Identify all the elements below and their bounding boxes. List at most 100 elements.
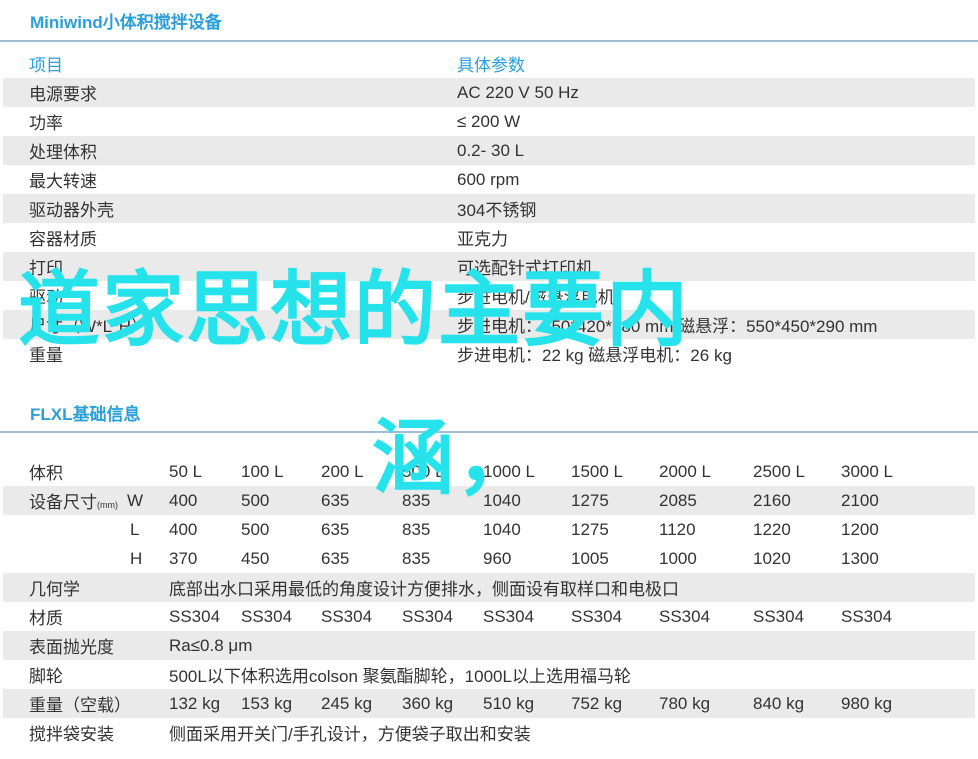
value-cell: SS304 [402, 606, 454, 626]
value-cell: 50 L [169, 461, 203, 481]
value-cell: 510 kg [483, 693, 535, 713]
value-cell: 1000 [659, 548, 697, 568]
value-cell: 835 [402, 548, 431, 568]
value-cell: 132 kg [169, 693, 221, 713]
section-title-flxl: FLXL基础信息 [30, 405, 141, 424]
spec-row: 驱动器外壳 304不锈钢 [3, 194, 975, 223]
value-cell: 2160 [753, 490, 791, 510]
value-cell: SS304 [483, 606, 535, 626]
value-cell: 780 kg [659, 693, 711, 713]
value-cell: SS304 [841, 606, 893, 626]
value-cell: 1500 L [571, 461, 623, 481]
value-cell: 1040 [483, 519, 521, 539]
geometry-value: 底部出水口采用最低的角度设计方便排水，侧面设有取样口和电极口 [169, 580, 679, 599]
material-row: 材质 SS304 SS304 SS304 SS304 SS304 SS304 SS304 SS… [3, 602, 975, 631]
value-cell: 245 kg [321, 693, 373, 713]
spec-value: 亚克力 [457, 230, 508, 249]
overlay-headline: 道家思想的主要内 [18, 263, 691, 358]
wheels-label: 脚轮 [29, 667, 63, 686]
value-cell: 1220 [753, 519, 791, 539]
spec-item: 功率 [29, 114, 63, 133]
value-cell: 635 [321, 519, 350, 539]
value-cell: 450 [241, 548, 270, 568]
value-cell: SS304 [169, 606, 221, 626]
value-cell: 835 [402, 519, 431, 539]
value-cell: 100 L [241, 461, 284, 481]
spec-item: 电源要求 [29, 85, 97, 104]
bag-value: 侧面采用开关门/手孔设计，方便袋子取出和安装 [169, 725, 531, 744]
spec-item: 容器材质 [29, 230, 97, 249]
dims-axis: L [130, 519, 140, 539]
value-cell: SS304 [241, 606, 293, 626]
value-cell: 1120 [659, 519, 696, 539]
material-label: 材质 [29, 609, 63, 628]
dims-axis: H [130, 548, 143, 568]
value-cell: 2100 [841, 490, 879, 510]
value-cell: 1200 [841, 519, 879, 539]
finish-row: 表面抛光度 Ra≤0.8 μm [3, 631, 975, 660]
spec-item: 最大转速 [29, 172, 97, 191]
spec-value: 304不锈钢 [457, 201, 537, 220]
wheels-row: 脚轮 500L以下体积选用colson 聚氨酯脚轮，1000L以上选用福马轮 [3, 660, 975, 689]
value-cell: 360 kg [402, 693, 454, 713]
spec-item: 驱动器外壳 [29, 201, 114, 220]
dims-row-l: L 400 500 635 835 1040 1275 1120 1220 1200 [3, 515, 975, 544]
dims-axis: W [127, 490, 144, 510]
dims-row-h: H 370 450 635 835 960 1005 1000 1020 1300 [3, 544, 975, 573]
spec-value: ≤ 200 W [457, 111, 521, 131]
value-cell: 840 kg [753, 693, 805, 713]
value-cell: SS304 [571, 606, 623, 626]
finish-label: 表面抛光度 [29, 638, 114, 657]
spec-row: 处理体积 0.2- 30 L [3, 136, 975, 165]
geometry-row: 几何学 底部出水口采用最低的角度设计方便排水，侧面设有取样口和电极口 [3, 573, 975, 602]
section-title-miniwind: Miniwind小体积搅拌设备 [30, 13, 222, 32]
value-cell: 1275 [571, 519, 609, 539]
spec-row: 功率 ≤ 200 W [3, 107, 975, 136]
value-cell: 2085 [659, 490, 697, 510]
spec-value: 600 rpm [457, 169, 520, 189]
dims-label: 设备尺寸(mm) [29, 488, 118, 513]
spec-row: 容器材质 亚克力 [3, 223, 975, 252]
geometry-label: 几何学 [29, 580, 80, 599]
spec-item: 处理体积 [29, 143, 97, 162]
value-cell: 500 [241, 490, 270, 510]
value-cell: 400 [169, 490, 198, 510]
wheels-value: 500L以下体积选用colson 聚氨酯脚轮，1000L以上选用福马轮 [169, 667, 631, 686]
value-cell: SS304 [321, 606, 373, 626]
value-cell: SS304 [753, 606, 805, 626]
spec-value: 0.2- 30 L [457, 140, 525, 160]
value-cell: 2500 L [753, 461, 805, 481]
value-cell: 2000 L [659, 461, 711, 481]
spec-row: 电源要求 AC 220 V 50 Hz [3, 78, 975, 107]
dims-label-text: 设备尺寸 [29, 493, 97, 512]
value-cell: 960 [483, 548, 512, 568]
bag-row: 搅拌袋安装 侧面采用开关门/手孔设计，方便袋子取出和安装 [3, 718, 975, 747]
spec-value: AC 220 V 50 Hz [457, 82, 579, 102]
value-cell: 400 [169, 519, 198, 539]
value-cell: 980 kg [841, 693, 893, 713]
weight-label: 重量（空载） [29, 696, 131, 715]
spec-row: 最大转速 600 rpm [3, 165, 975, 194]
value-cell: 500 [241, 519, 270, 539]
finish-value: Ra≤0.8 μm [169, 635, 253, 655]
value-cell: 3000 L [841, 461, 893, 481]
value-cell: 1275 [571, 490, 609, 510]
header-param: 具体参数 [457, 56, 525, 75]
value-cell: 370 [169, 548, 198, 568]
weight-row: 重量（空载） 132 kg 153 kg 245 kg 360 kg 510 kg 752… [3, 689, 975, 718]
dims-unit: (mm) [97, 500, 118, 510]
value-cell: 635 [321, 490, 350, 510]
spec-table-header: 项目 具体参数 [3, 49, 975, 78]
volume-label: 体积 [29, 464, 63, 483]
value-cell: SS304 [659, 606, 711, 626]
value-cell: 1005 [571, 548, 609, 568]
value-cell: 635 [321, 548, 350, 568]
value-cell: 1020 [753, 548, 791, 568]
value-cell: 1300 [841, 548, 879, 568]
header-item: 项目 [29, 56, 63, 75]
value-cell: 153 kg [241, 693, 293, 713]
value-cell: 752 kg [571, 693, 623, 713]
overlay-headline-line2: 涵， [372, 411, 541, 506]
section-divider [0, 40, 978, 42]
value-cell: 200 L [321, 461, 364, 481]
